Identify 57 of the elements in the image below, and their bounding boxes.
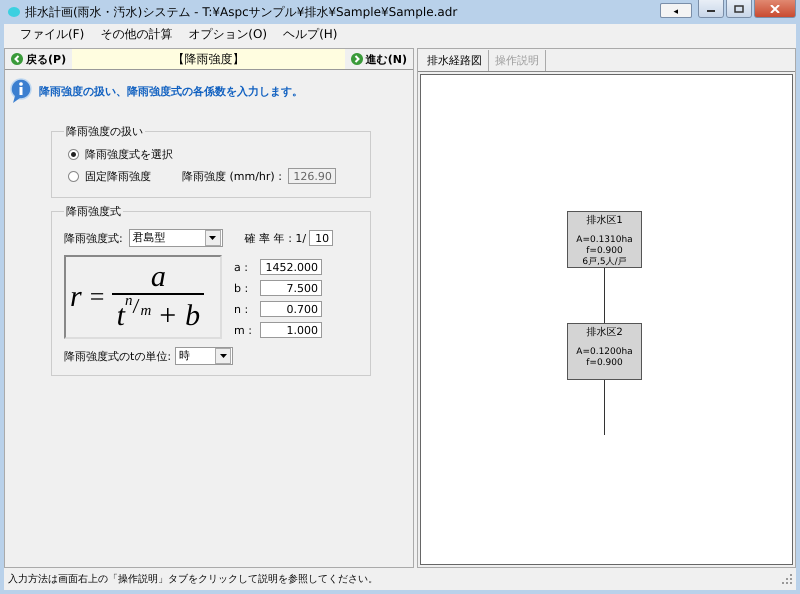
- formula-exponent: n: [124, 293, 132, 309]
- radio-option[interactable]: 降雨強度式を選択: [68, 146, 186, 162]
- formula-numerator: a: [150, 261, 166, 293]
- input-field[interactable]: 126.90: [288, 168, 336, 184]
- node-text: 6戸,5人/戸: [582, 257, 627, 268]
- input-field[interactable]: 10: [309, 230, 334, 246]
- field-label: m :: [234, 324, 253, 336]
- field-label: 降雨強度 (mm/hr) :: [182, 168, 282, 184]
- info-message: 降雨強度の扱い、降雨強度式の各係数を入力します。: [39, 84, 303, 98]
- field-label: 降雨強度式:: [64, 230, 123, 246]
- menu-item[interactable]: ヘルプ(H): [275, 26, 346, 42]
- status-text: 入力方法は画面右上の「操作説明」タブをクリックして説明を参照してください。: [8, 572, 378, 586]
- field-label: a :: [234, 260, 249, 274]
- field-label: b :: [234, 282, 250, 294]
- formula-variable: r: [70, 280, 82, 314]
- input-field[interactable]: 1.000: [260, 322, 322, 338]
- node-text: f=0.900: [586, 358, 623, 369]
- group-title: 降雨強度の扱い: [65, 124, 144, 139]
- nav-button[interactable]: ◂: [660, 3, 692, 18]
- input-field[interactable]: 0.700: [260, 301, 322, 317]
- app-icon: [8, 7, 20, 17]
- formula-term: + b: [157, 299, 200, 333]
- dropdown-arrow-icon: [220, 354, 227, 358]
- field-label: 降雨強度式のtの単位:: [64, 348, 172, 364]
- minimize-button[interactable]: [698, 0, 724, 18]
- formula-equals: =: [90, 282, 104, 312]
- formula-dropdown[interactable]: 君島型: [128, 229, 223, 247]
- node-title: 排水区2: [586, 327, 623, 338]
- menu-item[interactable]: ファイル(F): [12, 26, 92, 42]
- drainage-node[interactable]: 排水区1 A=0.1310ha f=0.900 6戸,5人/戸: [567, 211, 642, 268]
- node-text: A=0.1310ha: [576, 235, 633, 246]
- node-text: f=0.900: [586, 246, 623, 256]
- formula-exponent: m: [140, 303, 152, 320]
- group-title: 降雨強度式: [65, 204, 122, 219]
- resize-grip-icon: [782, 574, 792, 584]
- unit-dropdown[interactable]: 時: [175, 347, 234, 365]
- node-text: A=0.1200ha: [576, 347, 633, 358]
- node-title: 排水区1: [586, 215, 623, 226]
- window-title: 排水計画(雨水・汚水)システム - T:¥Aspcサンプル¥排水¥Sample¥Sample.adr: [25, 4, 458, 20]
- connector-line: [604, 268, 605, 323]
- maximize-button[interactable]: [726, 0, 752, 18]
- formula-variable: t: [116, 299, 125, 333]
- info-icon: [9, 78, 33, 104]
- close-button[interactable]: [754, 0, 796, 18]
- input-field[interactable]: 1452.000: [260, 259, 322, 275]
- field-label: n :: [234, 302, 250, 316]
- field-label: 確 率 年 : 1/: [244, 230, 306, 246]
- maximize-icon: [734, 4, 744, 12]
- drainage-node[interactable]: 排水区2 A=0.1200ha f=0.900: [567, 323, 642, 380]
- menu-item[interactable]: その他の計算: [92, 26, 180, 42]
- close-icon: [770, 4, 780, 12]
- dropdown-arrow-icon: [209, 236, 216, 240]
- menu-item[interactable]: オプション(O): [180, 26, 276, 42]
- page-title: 【降雨強度】: [72, 49, 345, 69]
- input-field[interactable]: 7.500: [260, 280, 322, 296]
- exponent-slash: [132, 299, 140, 313]
- connector-line: [604, 380, 605, 435]
